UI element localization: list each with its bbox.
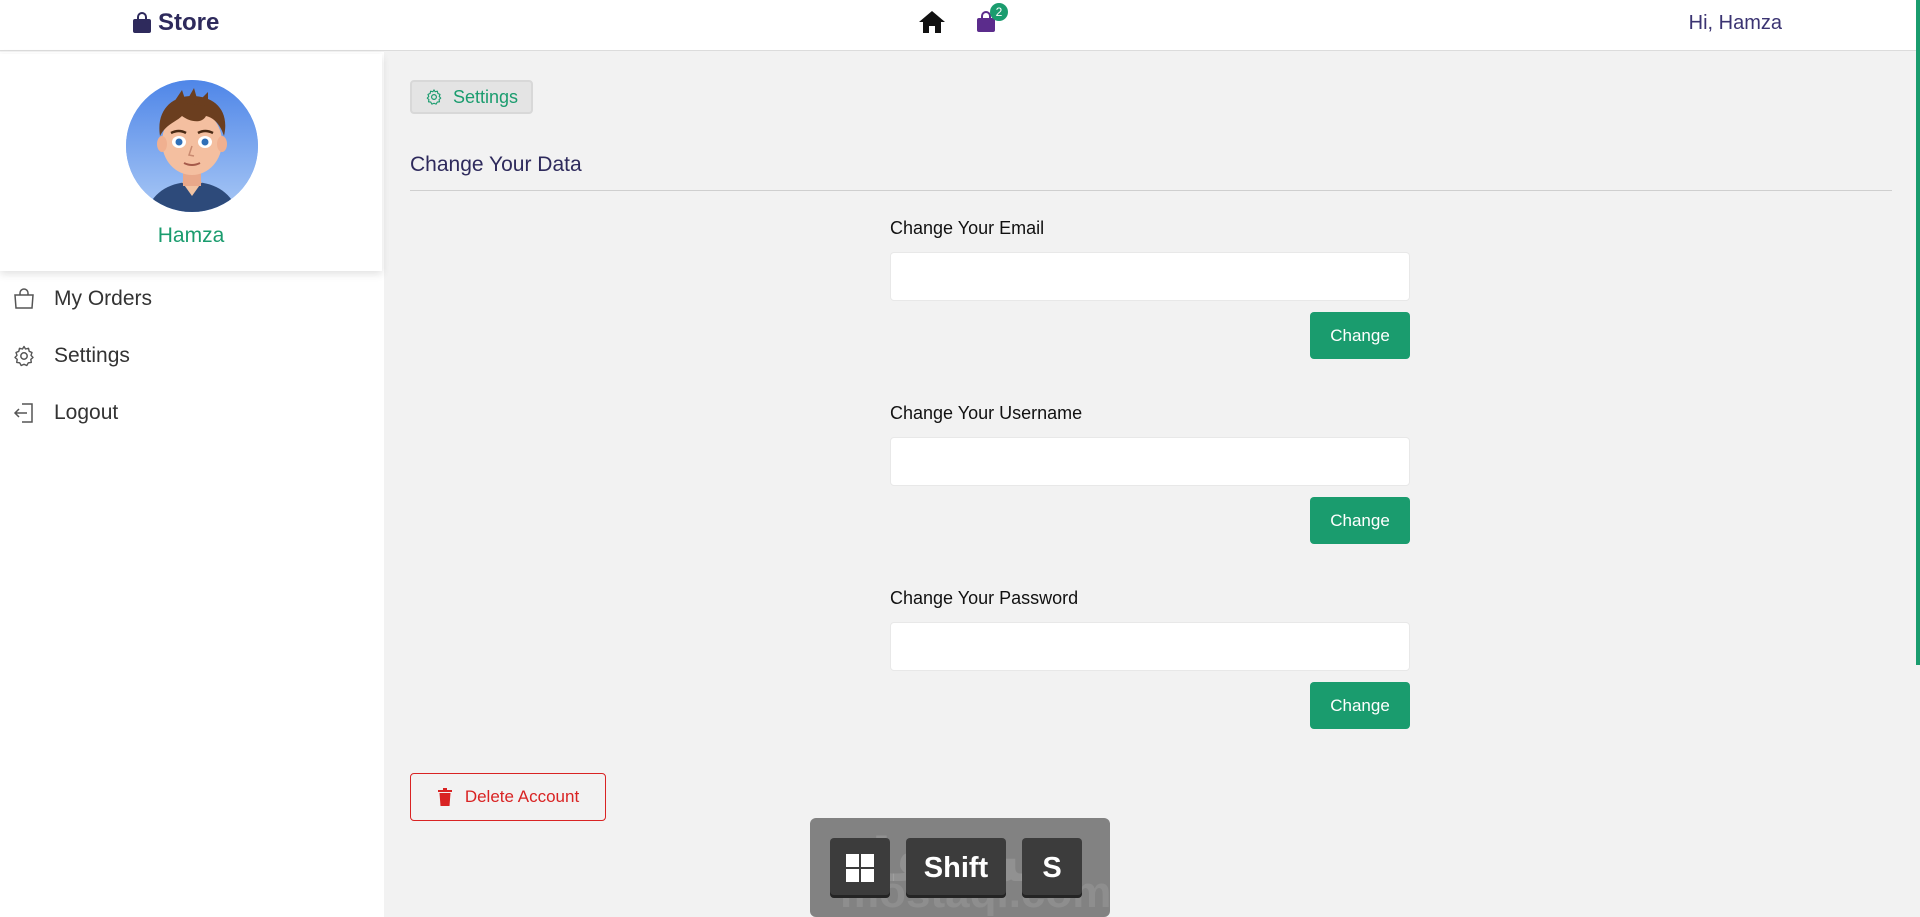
email-field[interactable] bbox=[890, 252, 1410, 301]
trash-icon bbox=[437, 788, 452, 806]
divider bbox=[410, 190, 1892, 191]
gear-icon bbox=[426, 89, 442, 105]
s-key: S bbox=[1022, 838, 1082, 898]
username-label: Change Your Username bbox=[890, 403, 1083, 423]
home-link[interactable] bbox=[916, 5, 948, 39]
password-label: Change Your Password bbox=[890, 588, 1079, 608]
breadcrumb-label: Settings bbox=[453, 86, 519, 107]
profile-card: Hamza bbox=[0, 54, 382, 271]
scrollbar[interactable] bbox=[1916, 0, 1920, 917]
change-password-button[interactable]: Change bbox=[1310, 682, 1410, 729]
delete-account-button[interactable]: Delete Account bbox=[410, 773, 606, 821]
logout-icon bbox=[13, 402, 33, 423]
sidebar-item-settings[interactable]: Settings bbox=[0, 327, 384, 384]
password-field[interactable] bbox=[890, 622, 1410, 671]
delete-account-label: Delete Account bbox=[464, 787, 580, 806]
password-form: Change Your Password Change bbox=[890, 588, 1410, 729]
email-form: Change Your Email Change bbox=[890, 218, 1410, 359]
shift-key: Shift bbox=[906, 838, 1006, 898]
email-label: Change Your Email bbox=[890, 218, 1045, 238]
brand-name: Store bbox=[158, 9, 220, 36]
user-greeting[interactable]: Hi, Hamza bbox=[1689, 12, 1782, 35]
windows-key bbox=[830, 838, 890, 898]
avatar bbox=[126, 80, 258, 212]
home-icon bbox=[919, 11, 945, 33]
sidebar-item-label: Settings bbox=[54, 343, 130, 367]
sidebar-item-my-orders[interactable]: My Orders bbox=[0, 270, 384, 327]
sidebar-item-label: Logout bbox=[54, 400, 119, 424]
windows-icon bbox=[846, 854, 874, 882]
gear-icon bbox=[14, 345, 34, 366]
main-content: Settings Change Your Data Change Your Em… bbox=[384, 52, 1920, 917]
page-title: Change Your Data bbox=[410, 153, 582, 176]
sidebar-item-label: My Orders bbox=[54, 286, 153, 310]
scrollbar-thumb[interactable] bbox=[1916, 0, 1920, 665]
change-email-button[interactable]: Change bbox=[1310, 312, 1410, 359]
change-username-button[interactable]: Change bbox=[1310, 497, 1410, 544]
sidebar-menu: My Orders Settings Logout bbox=[0, 270, 384, 441]
nav-center: 2 bbox=[916, 3, 1008, 39]
shopping-bag-icon bbox=[133, 12, 151, 33]
cart-count-badge: 2 bbox=[990, 3, 1008, 21]
sidebar-item-logout[interactable]: Logout bbox=[0, 384, 384, 441]
cart-link[interactable]: 2 bbox=[970, 3, 1008, 39]
keyboard-shortcut-overlay: مستقل mostaql.com Shift S bbox=[810, 818, 1111, 917]
sidebar: Hamza My Orders Settings Logout bbox=[0, 52, 384, 917]
username-field[interactable] bbox=[890, 437, 1410, 486]
top-navbar: Store 2 Hi, Hamza bbox=[0, 0, 1920, 51]
username-form: Change Your Username Change bbox=[890, 403, 1410, 544]
profile-name: Hamza bbox=[157, 224, 225, 247]
shopping-bag-outline-icon bbox=[14, 287, 34, 309]
brand-link[interactable]: Store bbox=[132, 8, 219, 38]
breadcrumb[interactable]: Settings bbox=[410, 80, 534, 114]
